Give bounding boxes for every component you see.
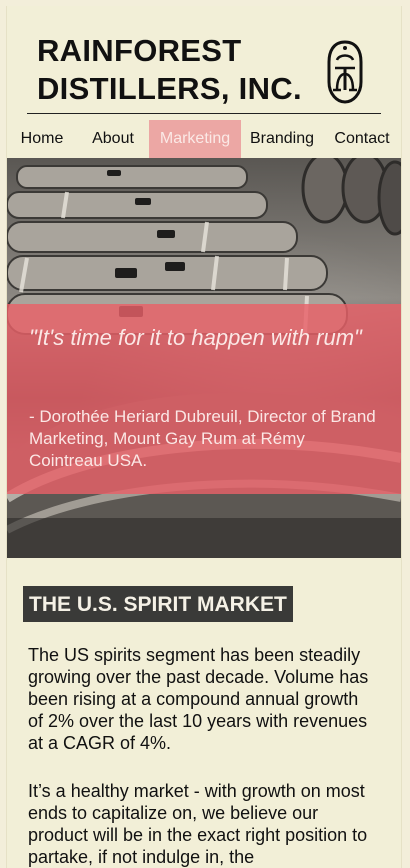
page: RAINFOREST DISTILLERS, INC. Home About M… [6, 6, 402, 868]
header-divider [27, 113, 381, 114]
nav-about[interactable]: About [77, 120, 149, 158]
section-title: THE U.S. SPIRIT MARKET [23, 586, 293, 622]
quote-attribution: - Dorothée Heriard Dubreuil, Director of… [29, 407, 376, 470]
nav-marketing[interactable]: Marketing [149, 120, 241, 158]
quote-panel: "It's time for it to happen with rum" - … [7, 304, 401, 494]
paragraph-market-growth: The US spirits segment has been steadily… [28, 645, 369, 753]
hero-banner: "It's time for it to happen with rum" - … [7, 158, 401, 558]
site-header: RAINFOREST DISTILLERS, INC. [7, 6, 401, 120]
brand-title[interactable]: RAINFOREST DISTILLERS, INC. [37, 32, 302, 108]
main-nav: Home About Marketing Branding Contact [7, 120, 401, 158]
ornamental-monogram-icon[interactable] [321, 38, 369, 106]
nav-contact[interactable]: Contact [323, 120, 401, 158]
nav-home[interactable]: Home [7, 120, 77, 158]
hero-quote: "It's time for it to happen with rum" [29, 325, 362, 350]
paragraph-market-outlook: It’s a healthy market - with growth on m… [28, 781, 368, 867]
nav-branding[interactable]: Branding [241, 120, 323, 158]
